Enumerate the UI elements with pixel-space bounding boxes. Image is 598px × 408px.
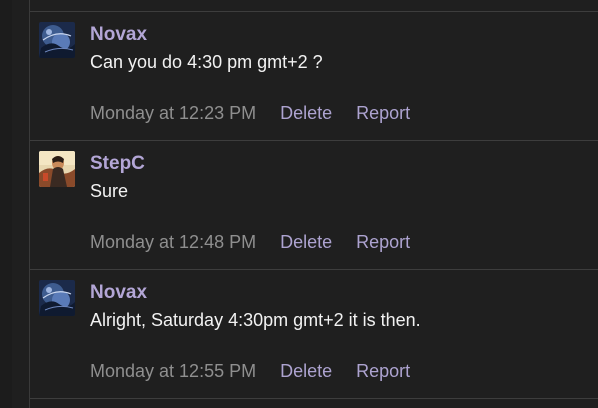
message-meta: Monday at 12:23 PM Delete Report: [90, 103, 410, 124]
message-item: Novax Can you do 4:30 pm gmt+2 ? Monday …: [30, 12, 598, 140]
stepc-avatar-icon[interactable]: [39, 151, 75, 187]
message-meta: Monday at 12:55 PM Delete Report: [90, 361, 410, 382]
novax-avatar-icon[interactable]: [39, 280, 75, 316]
message-author[interactable]: Novax: [90, 24, 147, 46]
message-author[interactable]: StepC: [90, 153, 145, 175]
report-button[interactable]: Report: [356, 232, 410, 253]
delete-button[interactable]: Delete: [280, 361, 332, 382]
message-timestamp: Monday at 12:23 PM: [90, 103, 257, 123]
message-text: Alright, Saturday 4:30pm gmt+2 it is the…: [90, 310, 421, 330]
message-divider: [30, 398, 598, 399]
message-timestamp: Monday at 12:55 PM: [90, 361, 257, 381]
novax-avatar-icon[interactable]: [39, 22, 75, 58]
left-gutter: [0, 0, 12, 408]
message-thread: Novax Can you do 4:30 pm gmt+2 ? Monday …: [30, 0, 598, 408]
delete-button[interactable]: Delete: [280, 103, 332, 124]
message-text: Sure: [90, 181, 129, 201]
delete-button[interactable]: Delete: [280, 232, 332, 253]
message-thread-window: Novax Can you do 4:30 pm gmt+2 ? Monday …: [0, 0, 598, 408]
message-item: StepC Sure Monday at 12:48 PM Delete Rep…: [30, 141, 598, 269]
message-item: Novax Alright, Saturday 4:30pm gmt+2 it …: [30, 270, 598, 398]
message-meta: Monday at 12:48 PM Delete Report: [90, 232, 410, 253]
message-timestamp: Monday at 12:48 PM: [90, 232, 257, 252]
message-author[interactable]: Novax: [90, 282, 147, 304]
message-text: Can you do 4:30 pm gmt+2 ?: [90, 52, 323, 72]
report-button[interactable]: Report: [356, 361, 410, 382]
report-button[interactable]: Report: [356, 103, 410, 124]
